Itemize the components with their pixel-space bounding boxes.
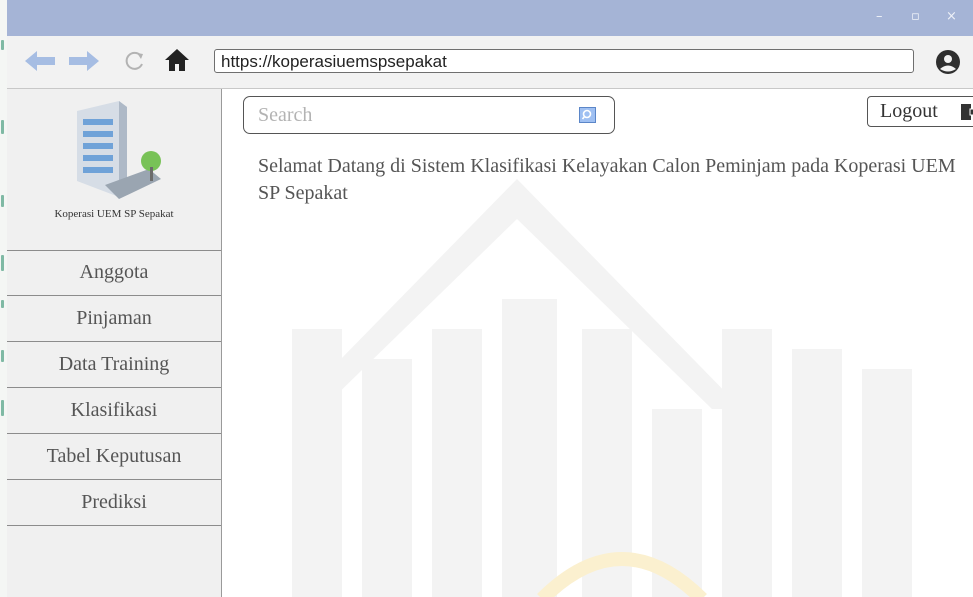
reload-icon[interactable] <box>124 50 146 72</box>
sidebar: Koperasi UEM SP Sepakat Anggota Pinjaman… <box>7 89 222 597</box>
home-icon[interactable] <box>164 48 190 72</box>
main-content: Logout Selamat Datang di Sistem Klasifik… <box>222 89 973 597</box>
forward-arrow-icon[interactable] <box>67 49 101 73</box>
browser-window: – ▫ × https://koperasiuemspsepakat Koper… <box>7 0 973 597</box>
maximize-button[interactable]: ▫ <box>911 9 920 25</box>
sidebar-item-pinjaman[interactable]: Pinjaman <box>7 296 221 342</box>
logout-label: Logout <box>880 100 938 122</box>
watermark-logo <box>292 179 912 597</box>
address-bar-row: https://koperasiuemspsepakat <box>7 36 973 89</box>
search-box <box>243 96 615 134</box>
sidebar-item-tabel-keputusan[interactable]: Tabel Keputusan <box>7 434 221 480</box>
left-edge-strip <box>0 0 7 597</box>
url-field[interactable]: https://koperasiuemspsepakat <box>214 49 914 73</box>
close-button[interactable]: × <box>946 9 957 25</box>
search-icon[interactable] <box>579 107 596 123</box>
welcome-message: Selamat Datang di Sistem Klasifikasi Kel… <box>258 155 956 204</box>
title-bar: – ▫ × <box>7 0 973 36</box>
sidebar-item-klasifikasi[interactable]: Klasifikasi <box>7 388 221 434</box>
sidebar-item-data-training[interactable]: Data Training <box>7 342 221 388</box>
logo-caption: Koperasi UEM SP Sepakat <box>54 208 174 220</box>
search-input[interactable] <box>258 103 558 127</box>
logout-icon <box>961 104 973 120</box>
logout-button[interactable]: Logout <box>867 96 973 127</box>
sidebar-item-prediksi[interactable]: Prediksi <box>7 480 221 526</box>
building-logo-icon <box>77 101 161 199</box>
back-arrow-icon[interactable] <box>23 49 57 73</box>
minimize-button[interactable]: – <box>876 9 883 25</box>
user-account-icon[interactable] <box>935 49 961 75</box>
sidebar-item-anggota[interactable]: Anggota <box>7 250 221 296</box>
sidebar-menu: Anggota Pinjaman Data Training Klasifika… <box>7 250 221 526</box>
logo-area: Koperasi UEM SP Sepakat <box>7 89 221 251</box>
